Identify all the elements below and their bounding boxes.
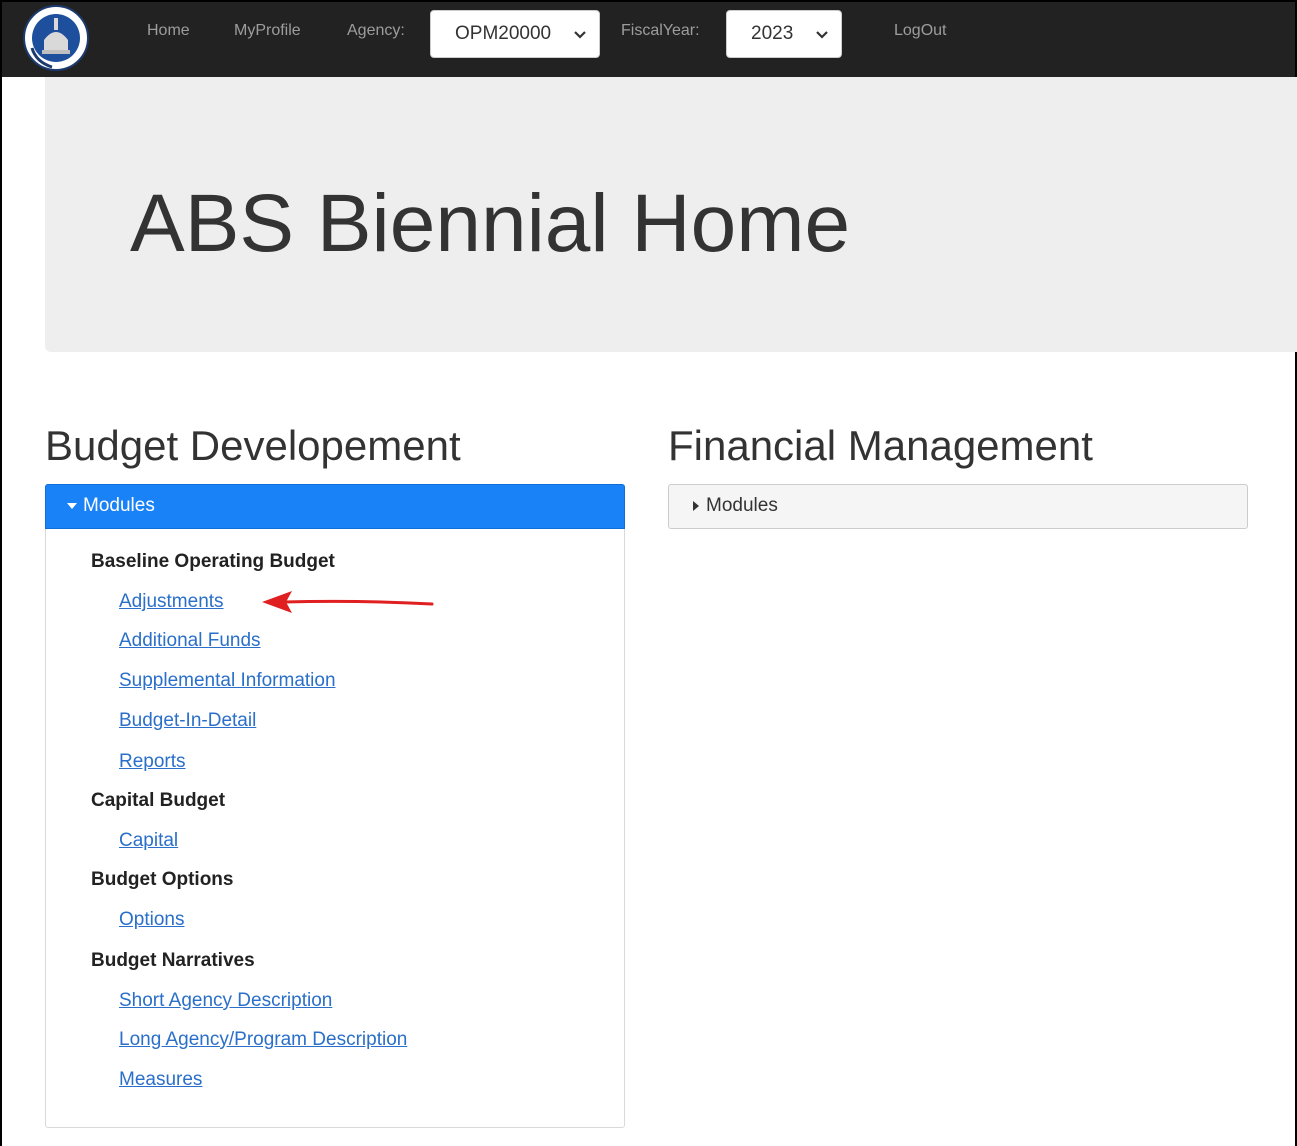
link-long-agency-program-description[interactable]: Long Agency/Program Description xyxy=(119,1029,407,1051)
link-capital[interactable]: Capital xyxy=(119,830,178,852)
chevron-down-icon xyxy=(574,31,586,39)
financial-modules-label: Modules xyxy=(706,495,778,516)
link-reports[interactable]: Reports xyxy=(119,751,186,773)
link-measures[interactable]: Measures xyxy=(119,1069,202,1091)
link-additional-funds[interactable]: Additional Funds xyxy=(119,630,261,652)
group-title-capital: Capital Budget xyxy=(91,790,226,811)
group-title-narratives: Budget Narratives xyxy=(91,950,255,971)
fiscal-year-select-value: 2023 xyxy=(751,23,794,44)
budget-modules-toggle[interactable]: Modules xyxy=(45,484,625,529)
fiscal-year-label: FiscalYear: xyxy=(621,22,700,39)
group-title-options: Budget Options xyxy=(91,869,234,890)
agency-seal-logo[interactable] xyxy=(22,4,90,72)
financial-management-heading: Financial Management xyxy=(668,422,1093,469)
top-navbar: Home MyProfile Agency: OPM20000 FiscalYe… xyxy=(2,2,1295,77)
financial-modules-toggle[interactable]: Modules xyxy=(669,485,1247,528)
caret-down-icon xyxy=(67,503,77,509)
fiscal-year-select[interactable]: 2023 xyxy=(726,10,842,58)
budget-development-heading: Budget Developement xyxy=(45,422,461,469)
nav-myprofile-link[interactable]: MyProfile xyxy=(234,22,301,40)
page-title: ABS Biennial Home xyxy=(130,178,851,269)
nav-logout-link[interactable]: LogOut xyxy=(894,22,946,40)
financial-modules-panel: Modules xyxy=(668,484,1248,529)
nav-home-link[interactable]: Home xyxy=(147,22,190,40)
link-options[interactable]: Options xyxy=(119,909,184,931)
budget-modules-label: Modules xyxy=(83,495,155,516)
agency-select-value: OPM20000 xyxy=(455,23,552,44)
agency-select[interactable]: OPM20000 xyxy=(430,10,600,58)
jumbotron: ABS Biennial Home xyxy=(45,77,1297,352)
caret-right-icon xyxy=(693,501,699,511)
chevron-down-icon xyxy=(816,31,828,39)
group-title-baseline: Baseline Operating Budget xyxy=(91,551,335,572)
link-supplemental-information[interactable]: Supplemental Information xyxy=(119,670,336,692)
budget-modules-panel: Modules Baseline Operating Budget Adjust… xyxy=(45,484,625,1128)
agency-label: Agency: xyxy=(347,22,405,39)
link-budget-in-detail[interactable]: Budget-In-Detail xyxy=(119,710,256,732)
red-arrow-icon xyxy=(262,591,434,613)
link-short-agency-description[interactable]: Short Agency Description xyxy=(119,990,332,1012)
link-adjustments[interactable]: Adjustments xyxy=(119,591,224,613)
